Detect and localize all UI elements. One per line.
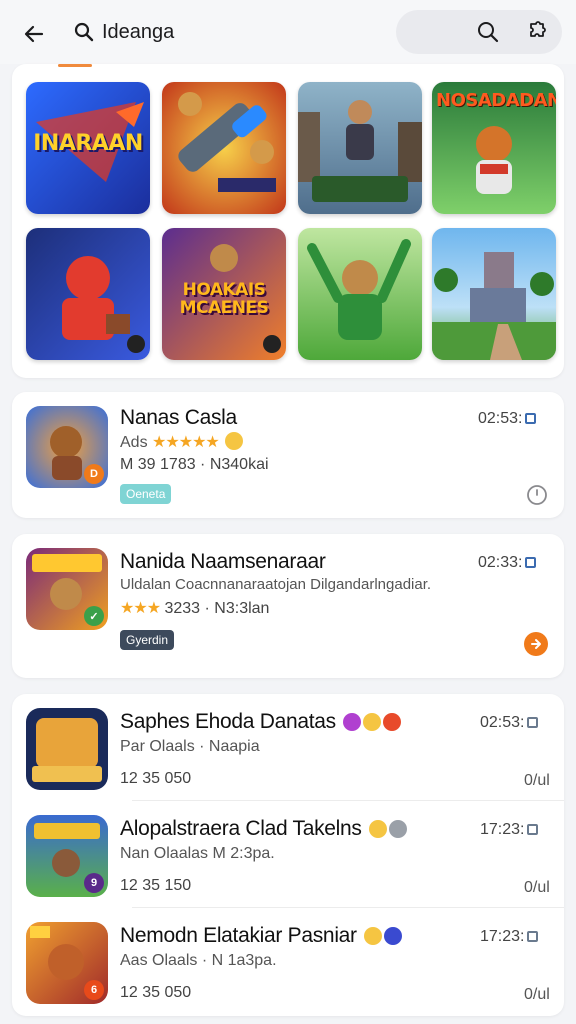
app-icon: 9 (26, 815, 108, 897)
app-meta: 12 35 050 (120, 770, 192, 787)
search-icon (478, 22, 499, 43)
app-meta: 12 35 050 (120, 984, 192, 1001)
app-badge: ✓ (84, 606, 104, 626)
game-tile[interactable] (298, 228, 422, 360)
app-title: Saphes Ehoda Danatas (120, 710, 402, 734)
rating-stars: ★★★★★ (152, 434, 220, 451)
time-label: 02:53: (478, 410, 523, 427)
game-tile[interactable] (162, 82, 286, 214)
app-subtitle: Ads ★★★★★ (120, 432, 244, 452)
featured-app-card[interactable]: D Nanas Casla Ads ★★★★★ M 39 1783 · N340… (12, 392, 564, 518)
app-tag: Oeneta (120, 484, 172, 504)
game-tile[interactable]: INARAAN (26, 82, 150, 214)
search-field[interactable]: Ideanga (64, 12, 304, 52)
game-tile[interactable] (26, 228, 150, 360)
tile-title: NOSADADAN (436, 90, 556, 111)
game-tile[interactable] (298, 82, 422, 214)
tile-title: INARAAN (33, 131, 143, 156)
app-time: 02:53: (478, 410, 537, 428)
app-title: Nanas Casla (120, 406, 237, 429)
search-button[interactable] (472, 16, 504, 48)
app-badge: D (84, 464, 104, 484)
time-label: 02:33: (478, 554, 523, 571)
back-button[interactable] (16, 16, 52, 52)
app-meta: 12 35 150 (120, 877, 192, 894)
app-time: 17:23: (480, 928, 539, 946)
app-meta: ★★★ 3233 · N3:3lan (120, 598, 269, 618)
app-icon (26, 708, 108, 790)
square-icon (527, 931, 539, 942)
emoji-icon (343, 713, 362, 731)
badge-icon (383, 713, 402, 731)
app-tag: Gyerdin (120, 630, 175, 650)
tile-title: HOAKAIS MCAENES (179, 280, 269, 318)
verified-icon (384, 927, 403, 945)
smile-icon (363, 713, 382, 731)
app-icon: D (26, 406, 108, 488)
list-item[interactable]: Saphes Ehoda Danatas Par Olaals · Naapia… (12, 694, 564, 800)
game-tile[interactable]: NOSADADAN (432, 82, 556, 214)
app-time: 17:23: (480, 821, 539, 839)
app-meta: M 39 1783 · N340kai (120, 456, 269, 473)
smile-icon (369, 820, 388, 838)
app-ads-label: Ads (120, 434, 148, 451)
app-subtitle: Uldalan Coacnnanaraatojan Dilgandarlngad… (120, 576, 432, 593)
list-item[interactable]: 6 Nemodn Elatakiar Pasniar Aas Olaals · … (12, 908, 564, 1014)
app-subtitle: Nan Olaalas M 2:3pa. (120, 845, 275, 862)
smile-icon (364, 927, 383, 945)
time-label: 02:53: (480, 714, 525, 731)
game-tile[interactable]: HOAKAIS MCAENES (162, 228, 286, 360)
app-header: Ideanga (0, 0, 576, 64)
app-title: Nemodn Elatakiar Pasniar (120, 924, 403, 948)
app-title-text: Saphes Ehoda Danatas (120, 710, 336, 733)
game-tile[interactable] (432, 228, 556, 360)
search-query-text: Ideanga (102, 20, 175, 43)
extensions-button[interactable] (520, 16, 552, 48)
list-item[interactable]: 9 Alopalstraera Clad Takelns Nan Olaalas… (12, 801, 564, 907)
app-title: Nanida Naamsenaraar (120, 550, 326, 573)
time-label: 17:23: (480, 928, 525, 945)
puzzle-icon (530, 21, 546, 37)
app-badge: 6 (84, 980, 104, 1000)
open-button[interactable] (524, 632, 548, 656)
arrow-right-icon (531, 639, 541, 649)
trail-label: 0/ul (524, 772, 550, 789)
clock-icon (527, 485, 547, 505)
game-grid-card: INARAAN NOSADADAN HOAKAIS MCAENES (12, 64, 564, 378)
check-icon (389, 820, 408, 838)
app-subtitle: Aas Olaals · N 1a3pa. (120, 952, 277, 969)
arrow-left-icon (24, 25, 44, 43)
time-label: 17:23: (480, 821, 525, 838)
square-icon (527, 717, 539, 728)
app-icon: 6 (26, 922, 108, 1004)
app-icon: ✓ (26, 548, 108, 630)
trail-label: 0/ul (524, 879, 550, 896)
featured-app-card[interactable]: ✓ Nanida Naamsenaraar Uldalan Coacnnanar… (12, 534, 564, 678)
smile-icon (225, 432, 244, 450)
schedule-button[interactable] (526, 484, 548, 506)
square-icon (525, 557, 537, 568)
app-time: 02:53: (480, 714, 539, 732)
app-subtitle: Par Olaals · Naapia (120, 738, 260, 755)
app-badge: 9 (84, 873, 104, 893)
app-list-card: Saphes Ehoda Danatas Par Olaals · Naapia… (12, 694, 564, 1016)
meta-text: 3233 · N3:3lan (164, 600, 270, 617)
tab-indicator (58, 64, 92, 67)
rating-stars: ★★★ (120, 600, 161, 617)
app-title-text: Nemodn Elatakiar Pasniar (120, 924, 357, 947)
header-action-group (396, 10, 562, 54)
square-icon (525, 413, 537, 424)
square-icon (527, 824, 539, 835)
trail-label: 0/ul (524, 986, 550, 1003)
app-title: Alopalstraera Clad Takelns (120, 817, 408, 841)
search-icon (70, 18, 98, 46)
app-time: 02:33: (478, 554, 537, 572)
app-title-text: Alopalstraera Clad Takelns (120, 817, 362, 840)
